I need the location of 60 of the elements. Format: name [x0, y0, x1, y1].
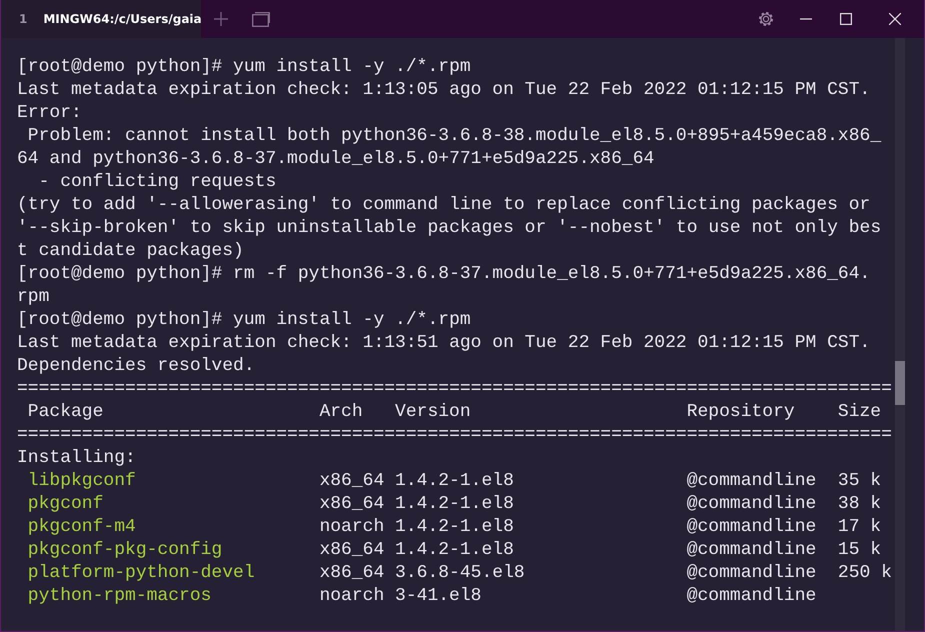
- package-version: 3-41.el8: [395, 585, 482, 608]
- package-size: 17 k: [838, 516, 882, 539]
- separator-line: =================================================================================: [17, 378, 892, 401]
- package-version: 3.6.8-45.el8: [395, 562, 526, 585]
- output-line: Installing:: [17, 447, 136, 470]
- output-line: rpm: [17, 286, 50, 309]
- package-size: 38 k: [838, 493, 882, 516]
- output-line: Last metadata expiration check: 1:13:51 ago on Tue 22 Feb 2022 01:12:15 PM CST.: [17, 332, 870, 355]
- output-line: [root@demo python]# yum install -y ./*.rpm: [17, 309, 471, 332]
- package-version: 1.4.2-1.el8: [395, 493, 515, 516]
- maximize-icon: [840, 13, 852, 25]
- package-arch: x86_64: [319, 539, 386, 562]
- package-version: 1.4.2-1.el8: [395, 539, 515, 562]
- settings-icon: [758, 11, 774, 27]
- package-name: pkgconf-m4: [26, 516, 137, 539]
- column-header: Size: [838, 401, 882, 424]
- output-line: 64 and python36-3.6.8-37.module_el8.5.0+771+e5d9a225.x86_64: [17, 148, 654, 171]
- output-line: [root@demo python]# yum install -y ./*.rpm: [17, 56, 471, 79]
- package-repository: @commandline: [686, 585, 818, 608]
- package-repository: @commandline: [686, 470, 818, 493]
- separator-line: =================================================================================: [17, 424, 892, 447]
- column-header: Package: [26, 401, 104, 424]
- package-name: pkgconf: [26, 493, 104, 516]
- package-repository: @commandline: [686, 516, 818, 539]
- close-icon: [889, 13, 901, 25]
- output-line: Error:: [17, 102, 82, 125]
- column-header: Arch: [319, 401, 364, 424]
- package-size: 15 k: [838, 539, 882, 562]
- window-icon: [252, 12, 270, 26]
- output-line: Problem: cannot install both python36-3.6.8-38.module_el8.5.0+895+a459eca8.x86_: [26, 125, 882, 148]
- scrollbar-thumb[interactable]: [895, 361, 905, 405]
- package-arch: noarch: [319, 516, 386, 539]
- package-repository: @commandline: [686, 539, 818, 562]
- package-version: 1.4.2-1.el8: [395, 470, 515, 493]
- tab-title: MINGW64:/c/Users/gaia: [43, 12, 202, 26]
- package-arch: x86_64: [319, 470, 386, 493]
- package-name: python-rpm-macros: [26, 585, 212, 608]
- package-version: 1.4.2-1.el8: [395, 516, 515, 539]
- column-header: Version: [395, 401, 472, 424]
- package-size: 35 k: [838, 470, 882, 493]
- output-line: '--skip-broken' to skip uninstallable packages or '--nobest' to use not only bes: [17, 217, 882, 240]
- output-line: [root@demo python]# rm -f python36-3.6.8-37.module_el8.5.0+771+e5d9a225.x86_64.: [17, 263, 870, 286]
- package-arch: noarch: [319, 585, 386, 608]
- terminal-tab[interactable]: 1 MINGW64:/c/Users/gaia: [1, 0, 201, 38]
- package-name: libpkgconf: [26, 470, 137, 493]
- output-line: - conflicting requests: [38, 171, 276, 194]
- output-line: Dependencies resolved.: [17, 355, 255, 378]
- package-repository: @commandline: [686, 493, 818, 516]
- package-name: pkgconf-pkg-config: [26, 539, 224, 562]
- plus-icon: [214, 12, 228, 26]
- package-name: platform-python-devel: [26, 562, 256, 585]
- tab-number: 1: [19, 12, 28, 26]
- package-arch: x86_64: [319, 562, 386, 585]
- column-header: Repository: [686, 401, 796, 424]
- package-size: 250 k: [838, 562, 892, 585]
- output-line: (try to add '--allowerasing' to command line to replace conflicting packages or: [17, 194, 870, 217]
- output-line: t candidate packages): [17, 240, 244, 263]
- package-repository: @commandline: [686, 562, 818, 585]
- output-line: Last metadata expiration check: 1:13:05 ago on Tue 22 Feb 2022 01:12:15 PM CST.: [17, 79, 870, 102]
- package-arch: x86_64: [319, 493, 386, 516]
